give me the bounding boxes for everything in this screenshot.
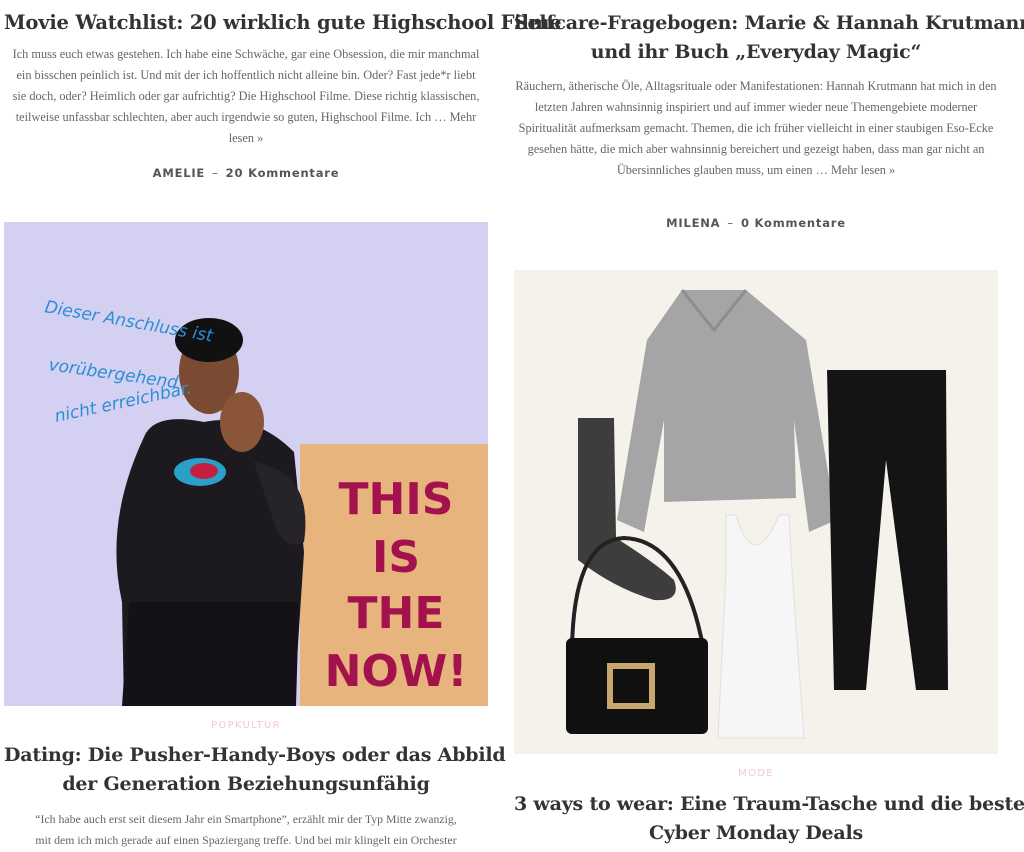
svg-text:THE: THE	[348, 588, 445, 639]
post-category[interactable]: MODE	[514, 768, 998, 779]
black-handbag	[566, 638, 708, 734]
title-line-2: und ihr Buch „Everyday Magic“	[590, 41, 922, 63]
title-line-1: 3 ways to wear: Eine Traum-Tasche und di…	[514, 793, 1024, 815]
meta-separator: –	[727, 216, 734, 230]
person-hand	[220, 392, 264, 452]
post-meta: MILENA –0 Kommentare	[514, 216, 998, 230]
svg-text:IS: IS	[372, 532, 420, 583]
dating-illustration: Dieser Anschluss ist vorübergehend nicht…	[43, 297, 488, 706]
title-line-1: Selfcare-Fragebogen: Marie & Hannah Krut…	[514, 12, 1024, 34]
post-title-selfcare[interactable]: Selfcare-Fragebogen: Marie & Hannah Krut…	[514, 9, 1024, 67]
comments-link[interactable]: 20 Kommentare	[226, 166, 340, 180]
black-leggings	[827, 370, 948, 690]
post-category[interactable]: POPKULTUR	[4, 720, 488, 731]
author-link[interactable]: MILENA	[666, 216, 720, 230]
white-tank-top	[717, 514, 805, 739]
post-image-3-ways-to-wear[interactable]	[514, 270, 998, 754]
excerpt-text: Räuchern, ätherische Öle, Alltagsrituale…	[515, 79, 997, 177]
grey-cardigan	[617, 290, 836, 532]
excerpt-text: Ich muss euch etwas gestehen. Ich habe e…	[12, 47, 480, 124]
title-line-1: Dating: Die Pusher-Handy-Boys oder das A…	[4, 744, 506, 766]
svg-text:Dieser Anschluss ist: Dieser Anschluss ist	[43, 297, 215, 346]
comments-link[interactable]: 0 Kommentare	[741, 216, 846, 230]
outfit-illustration	[566, 289, 948, 739]
title-line-2: der Generation Beziehungsunfähig	[62, 773, 430, 795]
post-image-dating[interactable]: Dieser Anschluss ist vorübergehend nicht…	[4, 222, 488, 706]
author-link[interactable]: AMELIE	[153, 166, 205, 180]
post-title-3-ways-to-wear[interactable]: 3 ways to wear: Eine Traum-Tasche und di…	[514, 790, 1024, 848]
excerpt-line-2: mit dem ich mich gerade auf einen Spazie…	[35, 833, 457, 847]
post-title-dating[interactable]: Dating: Die Pusher-Handy-Boys oder das A…	[4, 741, 506, 799]
svg-text:THIS: THIS	[339, 474, 454, 525]
post-title-movie-watchlist[interactable]: Movie Watchlist: 20 wirklich gute Highsc…	[4, 8, 562, 38]
post-excerpt-dating: “Ich habe auch erst seit diesem Jahr ein…	[4, 809, 488, 851]
svg-text:NOW!: NOW!	[325, 646, 468, 697]
read-more-link[interactable]: Mehr lesen »	[831, 163, 895, 177]
excerpt-line-1: “Ich habe auch erst seit diesem Jahr ein…	[35, 812, 457, 826]
post-meta: AMELIE –20 Kommentare	[4, 166, 488, 180]
post-excerpt: Räuchern, ätherische Öle, Alltagsrituale…	[514, 76, 998, 181]
title-line-2: Cyber Monday Deals	[648, 822, 864, 844]
post-excerpt: Ich muss euch etwas gestehen. Ich habe e…	[12, 44, 480, 149]
meta-separator: –	[212, 166, 219, 180]
